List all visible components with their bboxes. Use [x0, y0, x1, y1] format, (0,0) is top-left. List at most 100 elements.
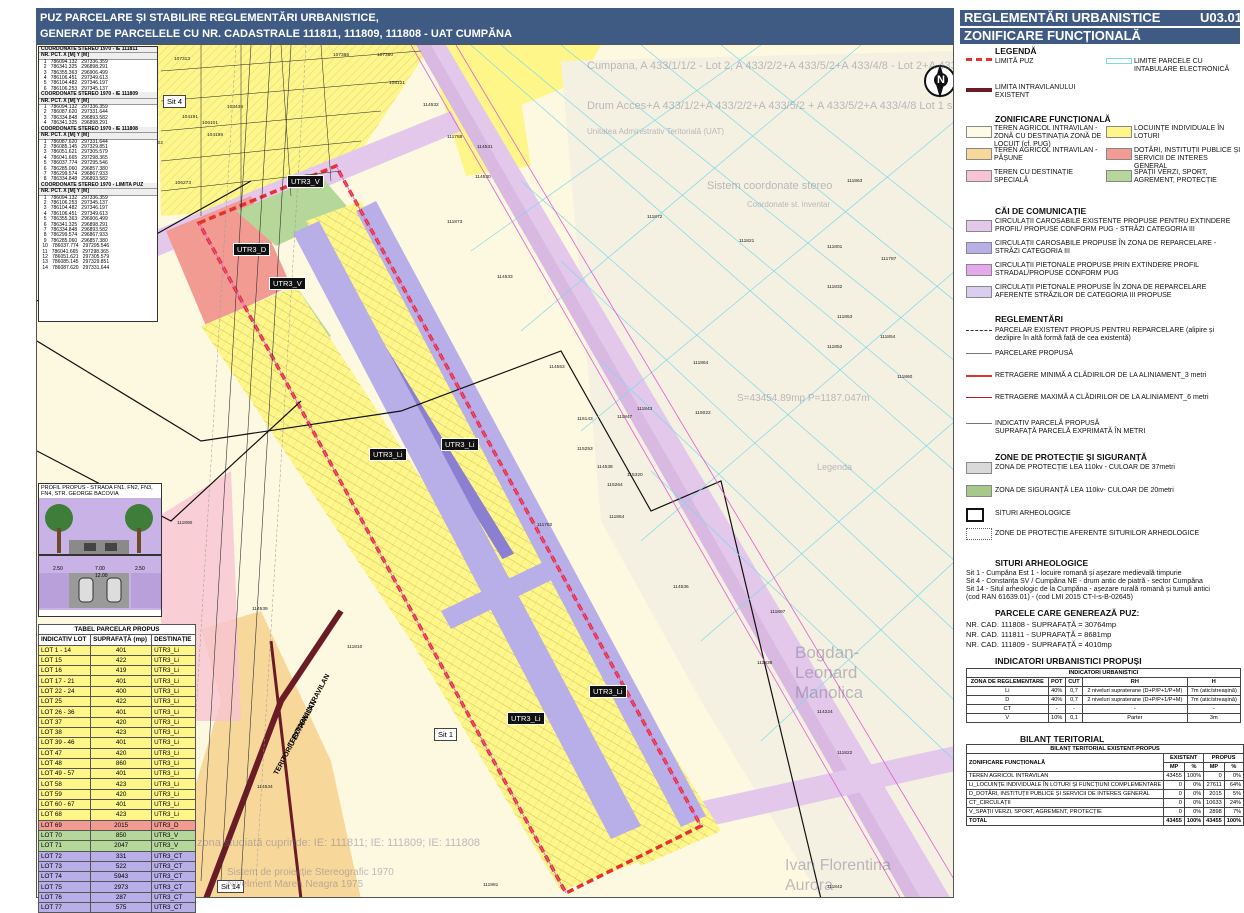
- lot-cell: 401: [90, 706, 153, 718]
- bilant-cell: 100%: [1223, 816, 1244, 826]
- parcel-entry: NR. CAD. 111809 - SUPRAFAȚĂ = 4010mp: [966, 640, 1112, 649]
- indicatori-cell: 0,7: [1064, 686, 1084, 696]
- lot-cell: LOT 17 - 21: [37, 675, 92, 687]
- lot-cell: UTR3_D: [151, 819, 196, 831]
- watermark-4: Sistem coordonate stereo: [707, 180, 833, 192]
- parcel-id-label: 106273: [175, 181, 192, 186]
- regulation-label: PARCELAR EXISTENT PROPUS PENTRU REPARCEL…: [995, 327, 1214, 342]
- watermark-9: Leonard: [795, 663, 858, 682]
- bilant-cell: 27611: [1203, 780, 1225, 790]
- protection-label: ZONE DE PROTECȚIE AFERENTE SITURILOR ARH…: [995, 530, 1200, 537]
- protection-label: ZONA DE SIGURANȚĂ LEA 110kv- CULOAR DE 2…: [995, 487, 1174, 494]
- parcel-id-label: 111832: [827, 285, 843, 290]
- bilant-cell: Li_LOCUINȚE INDIVIDUALE ÎN LOTURI ȘI FUN…: [965, 780, 1165, 790]
- indicatori-cell: 0,1: [1064, 713, 1084, 723]
- lot-cell: LOT 48: [37, 757, 92, 770]
- parcel-id-label: 111864: [693, 361, 709, 366]
- parcel-id-label: 115320: [627, 473, 643, 478]
- zone-swatch: [1106, 170, 1132, 182]
- bilant-cell: 0: [1203, 771, 1225, 781]
- lot-row: LOT 59 420 UTR3_Li: [37, 788, 196, 801]
- lot-cell: 401: [90, 737, 153, 749]
- bilant-cell: 100%: [1183, 771, 1205, 781]
- site-entry: Sit 1 - Cumpăna Est 1 - locuire romană ș…: [966, 570, 1182, 577]
- zone-label: DOTĂRI, INSTITUȚII PUBLICE ȘI SERVICII D…: [1134, 147, 1241, 170]
- legend-limita-puz: LIMITĂ PUZ: [995, 58, 1034, 65]
- lot-cell: UTR3_CT: [151, 860, 196, 873]
- bilant-cell: 2898: [1203, 807, 1225, 817]
- lot-cell: 401: [90, 768, 153, 780]
- lot-cell: UTR3_Li: [151, 716, 196, 728]
- zone-swatch: [966, 170, 992, 182]
- lot-cell: UTR3_Li: [151, 675, 196, 687]
- lot-cell: LOT 49 - 57: [37, 768, 92, 780]
- lot-cell: 860: [90, 757, 153, 770]
- parcel-id-label: 108121: [389, 81, 406, 86]
- lot-table-title-row: TABEL PARCELAR PROPUS: [38, 623, 196, 636]
- legend-limite-parcele: LIMITE PARCELE CU INTABULARE ELECTRONICĂ: [1134, 58, 1230, 73]
- parcel-id-label: 104191: [182, 115, 199, 120]
- cadastral-swatch: [1106, 58, 1132, 64]
- lot-cell: UTR3_Li: [151, 737, 196, 749]
- lot-cell: UTR3_Li: [151, 778, 196, 790]
- utr-label-li4: UTR3_Li: [507, 712, 545, 725]
- parcel-id-label: 111852: [827, 345, 843, 350]
- protection-label: ZONA DE PROTECȚIE LEA 110kv - CULOAR DE …: [995, 464, 1175, 471]
- lot-cell: UTR3_Li: [151, 757, 196, 770]
- lot-row: LOT 48 860 UTR3_Li: [37, 757, 196, 770]
- title-line-2: GENERAT DE PARCELELE CU NR. CADASTRALE 1…: [40, 28, 512, 40]
- lot-cell: LOT 74: [37, 871, 92, 883]
- bilant-row: D_DOTĂRI, INSTITUȚII PUBLICE ȘI SERVICII…: [965, 789, 1244, 799]
- protection-swatch: [966, 528, 992, 540]
- bilant-head: ZONIFICARE FUNCȚIONALĂ EXISTENT PROPUS: [965, 753, 1244, 772]
- regulation-swatch: [966, 375, 992, 379]
- profile-title: PROFIL PROPUS - STRADA FN1, FN2, FN3, FN…: [41, 485, 153, 497]
- lot-head-cell: SUPRAFAȚĂ (mp): [90, 634, 153, 646]
- indicatori-cell: 2 niveluri supraterane (D+P/P+1/P+M): [1082, 695, 1188, 705]
- bilant-cell: 5%: [1223, 789, 1244, 799]
- puz-limit-swatch: [966, 58, 992, 68]
- lot-cell: LOT 58: [37, 778, 92, 790]
- watermark-1: Cumpana, A 433/1/1/2 - Lot 2, A 433/2/2+…: [587, 60, 953, 72]
- regulation-swatch: [966, 397, 992, 401]
- indicatori-cell: 7m (atic/streașină): [1186, 686, 1242, 696]
- lot-row: LOT 39 - 46 401 UTR3_Li: [37, 737, 196, 749]
- utr-label-d: UTR3_D: [233, 243, 271, 256]
- bilant-cell: 43455: [1163, 816, 1185, 826]
- protection-label: SITURI ARHEOLOGICE: [995, 510, 1071, 517]
- lot-cell: LOT 15: [37, 654, 92, 667]
- parcel-id-label: 114533: [497, 275, 513, 280]
- indicatori-cell: Li: [966, 686, 1049, 696]
- bilant-cell: 0: [1163, 798, 1185, 808]
- site-label-1: Sit 1: [434, 728, 458, 741]
- dim-total: 12.00: [95, 573, 108, 579]
- indicatori-row: CT - - - -: [966, 704, 1242, 714]
- zone-swatch: [966, 126, 992, 138]
- legend-title: LEGENDĂ: [995, 46, 1037, 56]
- watermark-8: Bogdan-: [795, 643, 860, 662]
- watermark-11: Ivan Florentina: [785, 857, 891, 874]
- watermark-3: Unitatea Administrativ Teritorială (UAT): [587, 127, 725, 136]
- bilant-sub-cell: %: [1183, 762, 1205, 772]
- lot-row: LOT 15 422 UTR3_Li: [37, 654, 196, 667]
- indicatori-row: V 10% 0,1 Parter 3m: [966, 713, 1242, 723]
- indicatori-caption: INDICATORI URBANISTICI: [966, 668, 1241, 678]
- zone-label: SPAȚII VERZI, SPORT, AGREMENT, PROTECȚIE: [1134, 169, 1217, 184]
- lot-row: LOT 71 2047 UTR3_V: [37, 840, 196, 852]
- parcel-id-label: 111801: [827, 245, 843, 250]
- lot-cell: LOT 38: [37, 726, 92, 739]
- legend-limita-intravilan: LIMITA INTRAVILANULUI EXISTENT: [995, 84, 1076, 99]
- parcel-id-label: 111872: [647, 215, 663, 220]
- lot-row: LOT 76 287 UTR3_CT: [37, 891, 196, 904]
- lot-cell: LOT 71: [37, 840, 92, 852]
- lot-row: LOT 74 5943 UTR3_CT: [37, 871, 196, 883]
- lot-cell: 401: [90, 675, 153, 687]
- bilant-sub-cell: MP: [1163, 762, 1185, 772]
- panel-subtitle-bar: ZONIFICARE FUNCȚIONALĂ: [960, 28, 1240, 44]
- lot-cell: LOT 76: [37, 891, 92, 904]
- parcel-id-label: 111873: [447, 220, 463, 225]
- indicatori-head-cell: ZONA DE REGLEMENTARE: [966, 677, 1049, 687]
- lot-cell: UTR3_Li: [151, 788, 196, 801]
- lot-cell: 401: [90, 799, 153, 811]
- lot-cell: LOT 59: [37, 788, 92, 801]
